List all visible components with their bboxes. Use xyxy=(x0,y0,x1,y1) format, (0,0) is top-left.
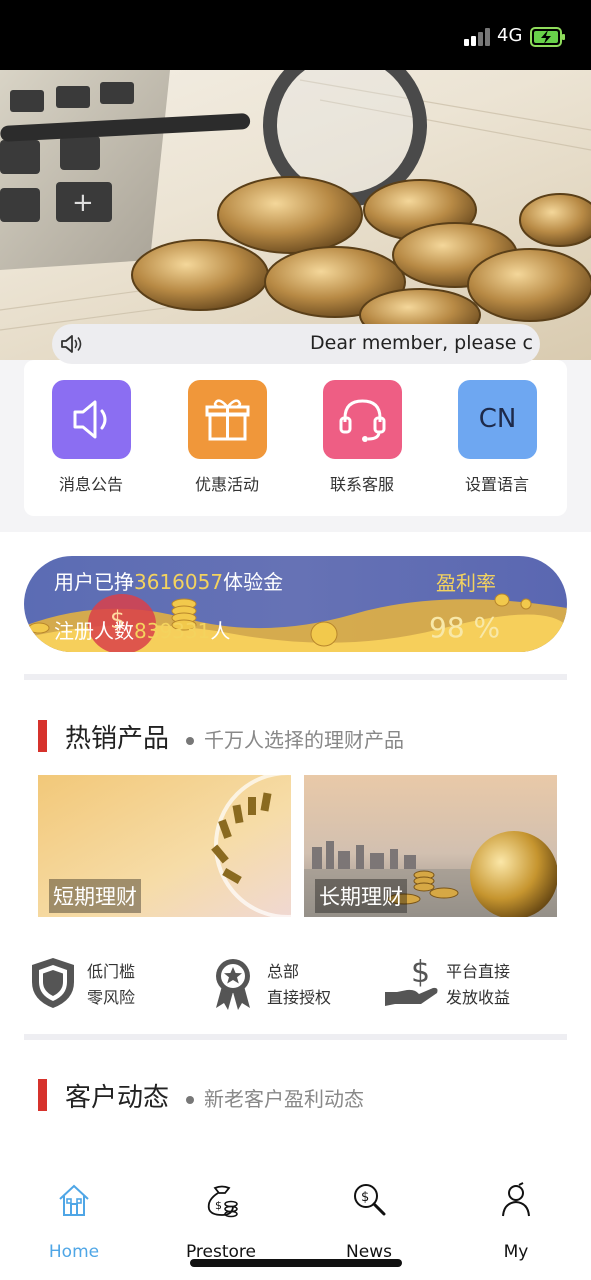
language-code: CN xyxy=(478,404,517,434)
feature-line: 总部 xyxy=(267,962,300,981)
tab-news[interactable]: $ News xyxy=(309,1182,429,1262)
tab-home[interactable]: Home xyxy=(14,1182,134,1262)
user-icon xyxy=(502,1182,530,1217)
quick-menu-section: 消息公告 优惠活动 联系客服 CN 设置语言 xyxy=(0,360,591,532)
profit-banner[interactable]: $ 用户已挣3616057体验金 注册人数839331人 盈利率 98 % xyxy=(24,556,567,652)
feature-low-threshold: 低门槛 零风险 xyxy=(30,954,190,1014)
product-long-term[interactable]: 长期理财 xyxy=(304,775,557,917)
quick-promotions[interactable]: 优惠活动 xyxy=(177,380,277,496)
home-icon xyxy=(59,1184,89,1216)
gift-icon xyxy=(188,380,267,459)
section-accent-bar xyxy=(38,720,47,752)
award-badge-icon xyxy=(216,959,250,1010)
hot-products-subtitle: 千万人选择的理财产品 xyxy=(204,728,404,752)
quick-label: 优惠活动 xyxy=(194,475,259,494)
svg-text:$: $ xyxy=(361,1190,369,1205)
earned-suffix: 体验金 xyxy=(223,570,284,594)
money-bag-icon: $ xyxy=(207,1185,238,1218)
quick-announcements[interactable]: 消息公告 xyxy=(41,380,141,496)
tab-my[interactable]: My xyxy=(456,1182,576,1262)
feature-line: 发放收益 xyxy=(446,988,511,1007)
quick-customer-service[interactable]: 联系客服 xyxy=(312,380,412,496)
language-icon: CN xyxy=(458,380,537,459)
registered-prefix: 注册人数 xyxy=(54,619,134,643)
feature-direct-payout: $ 平台直接 发放收益 xyxy=(385,954,555,1014)
tab-prestore[interactable]: $ Prestore xyxy=(161,1182,281,1262)
customer-updates-subtitle: 新老客户盈利动态 xyxy=(204,1087,364,1111)
speaker-icon xyxy=(61,335,82,353)
quick-label: 设置语言 xyxy=(464,475,529,494)
feature-line: 零风险 xyxy=(87,988,136,1007)
tab-label: Home xyxy=(48,1242,100,1262)
hot-products-title: 热销产品 xyxy=(65,724,170,754)
section-dot xyxy=(186,1096,194,1104)
product-label: 长期理财 xyxy=(315,879,407,913)
notice-text: Dear member, please c xyxy=(310,332,533,354)
earned-amount: 3616057 xyxy=(134,570,224,594)
product-label: 短期理财 xyxy=(49,879,141,913)
section-divider xyxy=(24,674,567,680)
svg-text:$: $ xyxy=(215,1199,222,1212)
registered-suffix: 人 xyxy=(210,619,231,643)
status-bar: 4G xyxy=(0,0,591,70)
shield-icon xyxy=(32,958,74,1008)
registered-line: 注册人数839331人 xyxy=(54,615,230,644)
quick-label: 联系客服 xyxy=(329,475,394,494)
section-divider xyxy=(24,1034,567,1040)
quick-label: 消息公告 xyxy=(58,475,123,494)
earned-prefix: 用户已挣 xyxy=(54,570,134,594)
battery-charging-icon xyxy=(530,27,565,47)
feature-line: 平台直接 xyxy=(446,962,511,981)
earned-line: 用户已挣3616057体验金 xyxy=(54,566,283,595)
feature-line: 低门槛 xyxy=(87,962,136,981)
hero-banner: + xyxy=(0,70,591,360)
svg-text:$: $ xyxy=(411,956,430,990)
feature-authorized: 总部 直接授权 xyxy=(210,954,370,1014)
profit-rate-value: 98 % xyxy=(429,611,501,644)
profit-rate-label: 盈利率 xyxy=(436,571,496,595)
registered-count: 839331 xyxy=(134,619,211,643)
speaker-icon xyxy=(52,380,131,459)
quick-language[interactable]: CN 设置语言 xyxy=(447,380,547,496)
home-indicator[interactable] xyxy=(190,1259,402,1267)
quick-menu-card: 消息公告 优惠活动 联系客服 CN 设置语言 xyxy=(24,360,567,516)
hand-dollar-icon: $ xyxy=(385,956,438,1006)
feature-line: 直接授权 xyxy=(267,988,332,1007)
section-accent-bar xyxy=(38,1079,47,1111)
signal-icon xyxy=(464,28,492,46)
product-short-term[interactable]: 短期理财 xyxy=(38,775,291,917)
coins-illustration: + xyxy=(0,70,591,342)
section-dot xyxy=(186,737,194,745)
search-dollar-icon: $ xyxy=(354,1184,386,1216)
network-type: 4G xyxy=(497,25,523,46)
notice-marquee[interactable]: Dear member, please c xyxy=(52,324,540,364)
tab-label: My xyxy=(503,1242,529,1262)
headset-icon xyxy=(323,380,402,459)
svg-text:+: + xyxy=(72,188,94,218)
customer-updates-title: 客户动态 xyxy=(65,1083,170,1113)
